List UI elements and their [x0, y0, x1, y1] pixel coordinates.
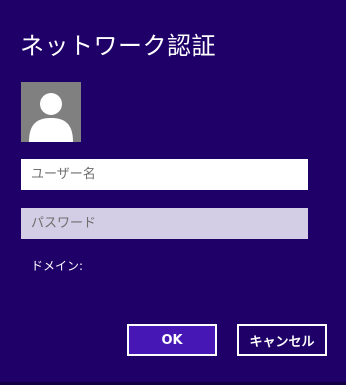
cancel-button[interactable]: キャンセル	[237, 324, 327, 356]
password-input[interactable]	[21, 208, 308, 239]
username-input[interactable]	[21, 159, 308, 190]
dialog-title: ネットワーク認証	[20, 32, 216, 60]
user-silhouette-icon	[21, 82, 81, 142]
ok-button[interactable]: OK	[127, 324, 217, 356]
domain-label: ドメイン:	[31, 259, 84, 273]
